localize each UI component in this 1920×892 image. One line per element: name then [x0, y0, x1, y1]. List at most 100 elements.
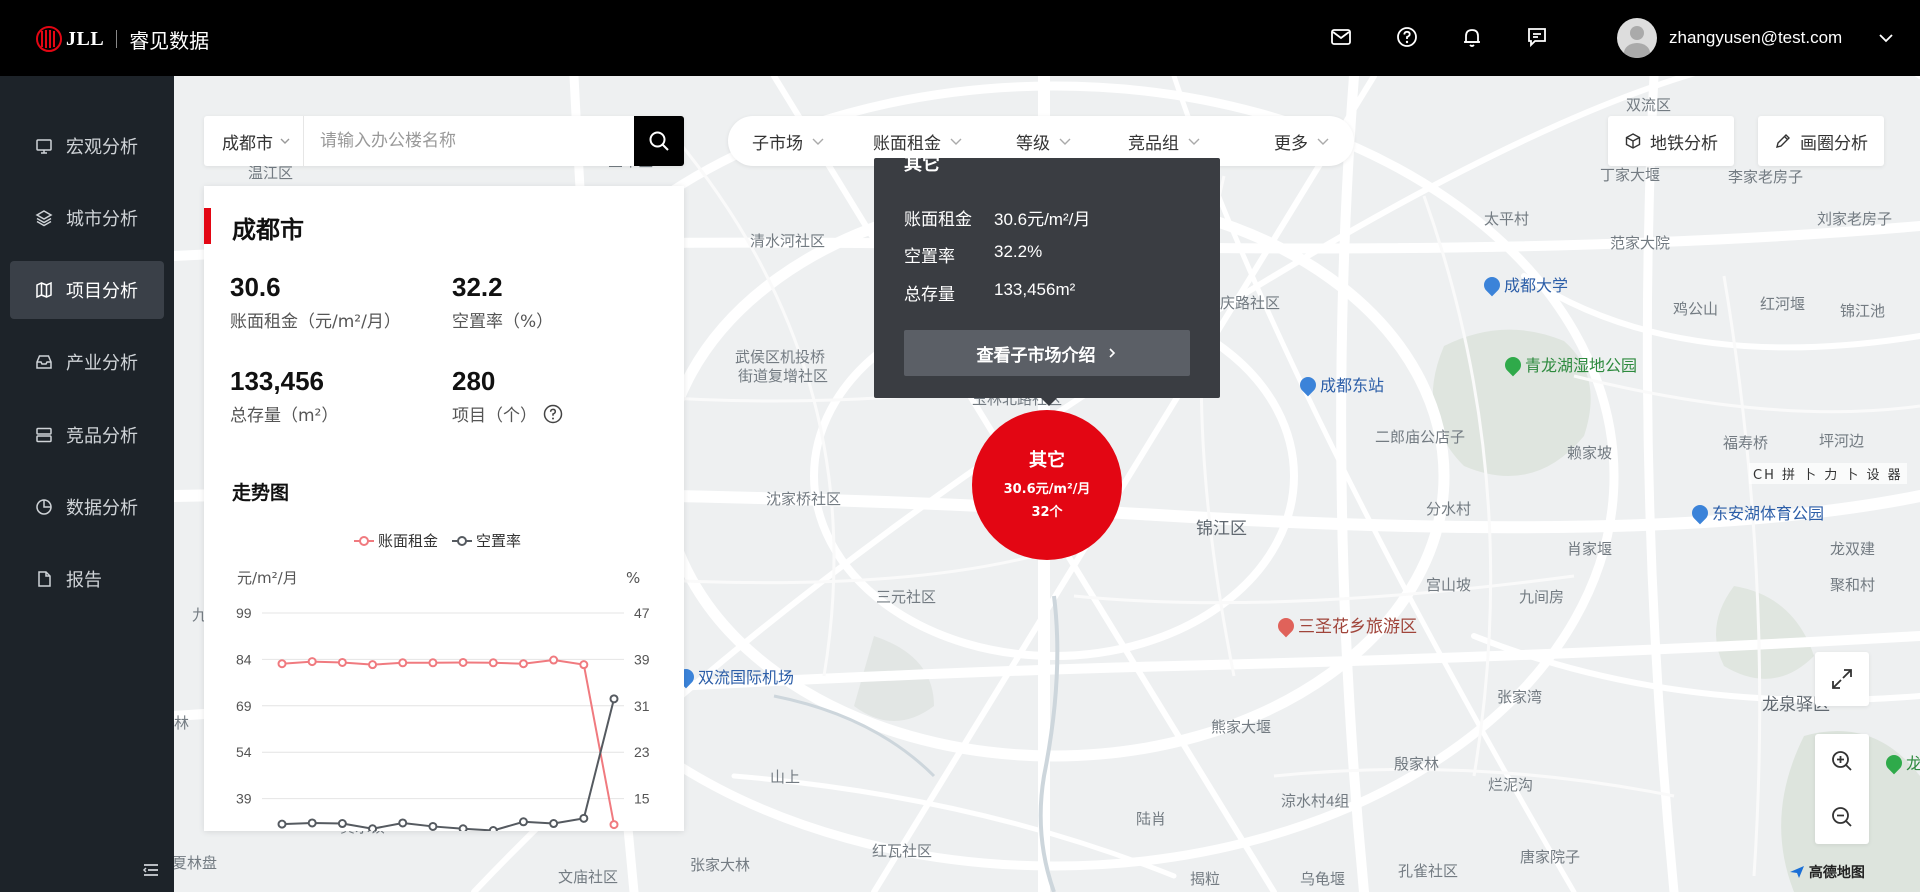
map-label-text: 张家湾	[1497, 689, 1543, 706]
bell-icon[interactable]	[1457, 22, 1487, 52]
search-input[interactable]	[304, 116, 634, 166]
amap-logo: 高德地图	[1790, 862, 1865, 882]
series-point-1[interactable]	[518, 817, 528, 827]
jll-logo[interactable]: JLL 睿见数据	[36, 22, 209, 56]
map-poi[interactable]: 成都大学	[1480, 272, 1568, 297]
map-label-text: 三元社区	[876, 589, 937, 606]
series-point-1[interactable]	[337, 819, 347, 829]
series-point-0[interactable]	[458, 657, 468, 667]
view-submarket-label: 查看子市场介绍	[976, 345, 1096, 366]
series-point-0[interactable]	[307, 657, 317, 667]
map-label-text: 成都东站	[1320, 378, 1385, 395]
series-point-0[interactable]	[428, 658, 438, 668]
series-point-0[interactable]	[488, 658, 498, 668]
map-place-label: 鸡公山	[1673, 298, 1718, 319]
submarket-marker[interactable]: 其它 30.6元/m²/月 32个	[972, 410, 1122, 560]
sidebar-item-macro[interactable]: 宏观分析	[10, 117, 164, 175]
series-point-0[interactable]	[368, 660, 378, 670]
top-bar: JLL 睿见数据 zhangyusen@test.com	[0, 0, 1920, 76]
marker-price: 30.6元/m²/月	[1003, 482, 1091, 497]
legend-vacancy-swatch	[452, 535, 473, 547]
series-point-1[interactable]	[549, 819, 559, 829]
help-icon[interactable]	[1392, 22, 1422, 52]
right-tick-label: 23	[634, 744, 650, 760]
stat-rent: 30.6 账面租金（元/m²/月）	[230, 272, 401, 332]
sidebar-item-label: 报告	[66, 570, 102, 591]
map-poi[interactable]: 成都东站	[1296, 372, 1385, 397]
series-point-0[interactable]	[579, 660, 589, 670]
fullscreen-button[interactable]	[1815, 652, 1869, 706]
map-poi[interactable]: 双流国际机场	[674, 664, 794, 689]
series-point-0[interactable]	[337, 657, 347, 667]
question-circle-icon[interactable]	[543, 404, 563, 424]
view-submarket-button[interactable]: 查看子市场介绍	[904, 330, 1190, 376]
map-place-label: 肖家堰	[1567, 538, 1612, 559]
map-place-label: 清水河社区	[750, 230, 825, 251]
map-label-text: 坪河边	[1819, 433, 1865, 450]
map-label-text: 涼水村4组	[1281, 793, 1350, 810]
zoom-out-button[interactable]	[1815, 790, 1869, 844]
series-point-1[interactable]	[428, 821, 438, 831]
sidebar-item-data[interactable]: 数据分析	[10, 478, 164, 536]
series-point-1[interactable]	[488, 826, 498, 831]
map-poi[interactable]: 三圣花乡旅游区	[1274, 612, 1417, 638]
search-button[interactable]	[634, 116, 684, 166]
message-icon[interactable]	[1522, 22, 1552, 52]
tooltip-stock-key: 总存量	[904, 285, 955, 305]
map-label-text: 红河堰	[1760, 296, 1806, 313]
sidebar-item-report[interactable]: 报告	[10, 550, 164, 608]
right-tick-label: 31	[634, 698, 650, 714]
user-email[interactable]: zhangyusen@test.com	[1669, 28, 1842, 48]
cube-icon	[1624, 131, 1644, 151]
series-point-1[interactable]	[398, 818, 408, 828]
user-menu[interactable]: zhangyusen@test.com	[1617, 17, 1842, 59]
map-icon	[34, 280, 54, 300]
city-select-value: 成都市	[222, 133, 273, 154]
pie-icon	[34, 497, 54, 517]
sidebar-item-label: 项目分析	[66, 281, 138, 302]
series-point-0[interactable]	[549, 655, 559, 665]
map-place-label: 陆肖	[1136, 808, 1166, 829]
map-label-text: 刘家老房子	[1817, 211, 1893, 228]
city-stats-panel: 成都市 30.6 账面租金（元/m²/月） 32.2 空置率（%） 133,45…	[204, 186, 684, 831]
map-poi[interactable]: 东安湖体育公园	[1688, 500, 1824, 525]
series-point-0[interactable]	[518, 659, 528, 669]
sidebar-item-competitor[interactable]: 竞品分析	[10, 406, 164, 464]
series-point-1[interactable]	[307, 818, 317, 828]
sidebar-item-city[interactable]: 城市分析	[10, 189, 164, 247]
city-select[interactable]: 成都市	[204, 116, 304, 166]
tooltip-stock-row: 总存量 133,456m²	[904, 280, 1075, 305]
circle-analysis-button[interactable]: 画圈分析	[1758, 116, 1884, 166]
stat-vacancy-label: 空置率（%）	[452, 312, 554, 332]
series-point-1[interactable]	[368, 824, 378, 831]
amap-logo-icon	[1790, 866, 1804, 878]
sidebar-item-label: 城市分析	[66, 209, 138, 230]
chevron-down-icon[interactable]	[1876, 28, 1896, 48]
series-point-0[interactable]	[398, 658, 408, 668]
chevron-down-icon	[1188, 138, 1200, 145]
filter-submarket[interactable]: 子市场	[752, 116, 825, 166]
filter-label: 竞品组	[1128, 133, 1179, 154]
filter-more[interactable]: 更多	[1274, 116, 1330, 166]
series-point-1[interactable]	[277, 819, 287, 829]
series-point-1[interactable]	[609, 694, 619, 704]
map-poi[interactable]: 龙泉驿	[1882, 750, 1920, 775]
zoom-in-button[interactable]	[1815, 734, 1869, 788]
metro-analysis-button[interactable]: 地铁分析	[1608, 116, 1734, 166]
map-label-text: 清水河社区	[750, 233, 826, 250]
avatar[interactable]	[1617, 18, 1657, 58]
legend-rent-label[interactable]: 账面租金	[378, 530, 438, 551]
sidebar-item-project[interactable]: 项目分析	[10, 261, 164, 319]
series-point-0[interactable]	[609, 820, 619, 830]
sidebar-item-industry[interactable]: 产业分析	[10, 333, 164, 391]
mail-icon[interactable]	[1326, 22, 1356, 52]
series-point-1[interactable]	[579, 813, 589, 823]
map-poi[interactable]: 青龙湖湿地公园	[1501, 352, 1637, 377]
right-tick-label: 39	[634, 651, 650, 667]
tooltip-stock-value: 133,456m²	[994, 280, 1076, 299]
menu-collapse-icon[interactable]	[142, 862, 160, 878]
left-tick-label: 69	[236, 698, 252, 714]
series-point-1[interactable]	[458, 824, 468, 831]
series-point-0[interactable]	[277, 659, 287, 669]
legend-vacancy-label[interactable]: 空置率	[476, 530, 521, 551]
